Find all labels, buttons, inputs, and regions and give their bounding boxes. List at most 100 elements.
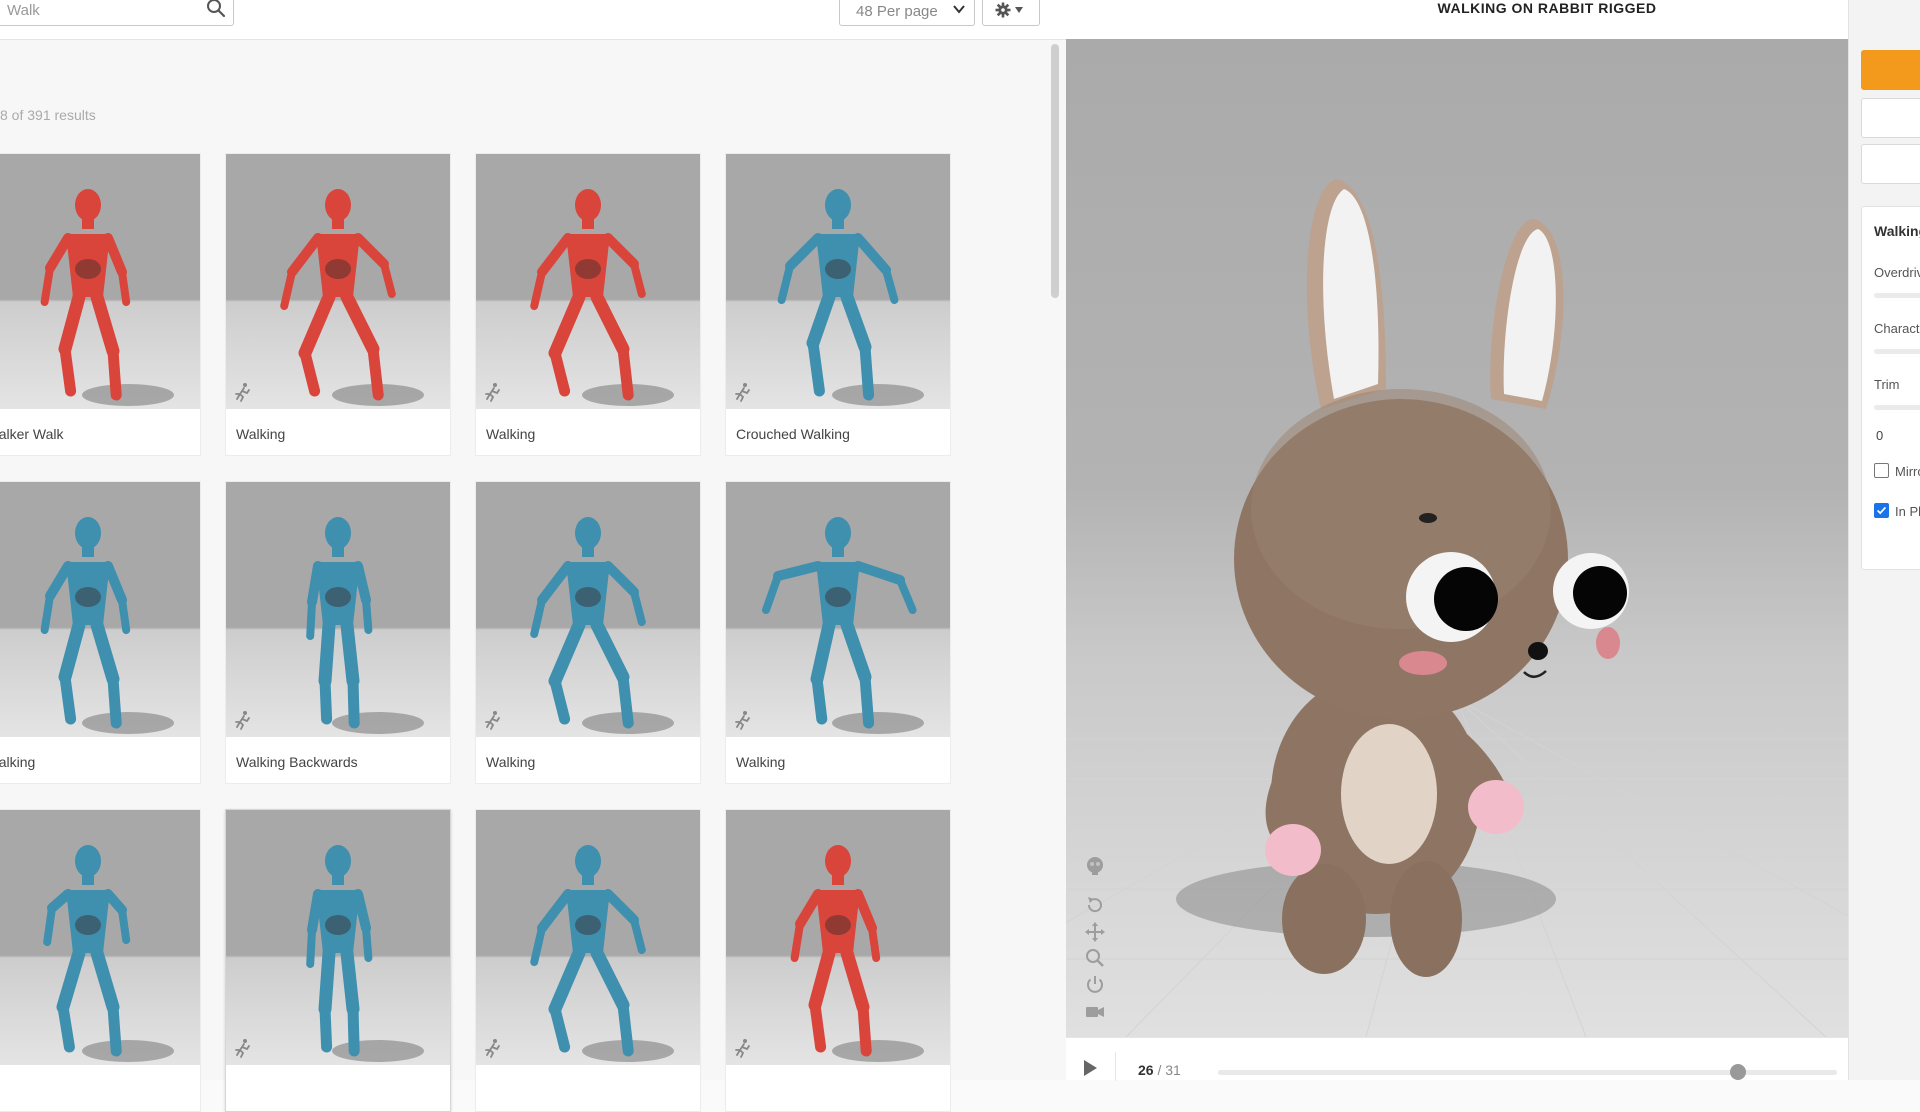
animation-card[interactable]: Crouched Walking <box>725 153 951 456</box>
character-figure <box>530 845 674 1062</box>
animation-card[interactable] <box>475 809 701 1112</box>
per-page-select[interactable]: 48 Per page <box>839 0 975 26</box>
animation-thumbnail <box>476 482 700 737</box>
trim-value: 0 <box>1876 428 1884 443</box>
reset-view-icon[interactable] <box>1084 894 1106 916</box>
frame-total: 31 <box>1165 1062 1181 1078</box>
animation-card-label: Crouched Walking <box>736 426 850 442</box>
arm-space-slider[interactable] <box>1874 349 1920 354</box>
animation-card[interactable] <box>225 809 451 1112</box>
character-figure <box>280 189 424 406</box>
running-man-icon <box>0 710 3 730</box>
playback-controls: 26 / 31 <box>1066 1037 1848 1081</box>
viewer-header: WALKING ON RABBIT RIGGED <box>1066 0 1848 39</box>
animation-thumbnail <box>226 482 450 737</box>
frame-readout: 26 / 31 <box>1138 1062 1181 1078</box>
animation-card[interactable]: Walking <box>475 153 701 456</box>
character-figure <box>530 189 674 406</box>
controls-divider <box>1115 1052 1116 1081</box>
running-man-icon <box>0 382 3 402</box>
play-icon[interactable] <box>1082 1059 1098 1077</box>
download-button[interactable] <box>1861 50 1920 90</box>
running-man-icon <box>735 383 750 402</box>
check-icon <box>1876 506 1887 515</box>
running-man-icon <box>485 1039 500 1058</box>
caret-down-icon <box>1015 7 1023 13</box>
animation-card[interactable]: Walking <box>475 481 701 784</box>
timeline-slider[interactable] <box>1218 1064 1837 1080</box>
character-figure <box>530 517 674 734</box>
browse-toolbar: 48 Per page <box>0 0 1066 40</box>
trim-slider[interactable] <box>1874 405 1920 410</box>
character-figure <box>306 845 424 1062</box>
animation-card-label: Walking <box>486 754 536 770</box>
skeleton-icon[interactable] <box>1084 855 1106 877</box>
animation-card-label: Walking <box>0 754 36 770</box>
scrollbar-thumb[interactable] <box>1051 44 1059 298</box>
running-man-icon <box>235 1039 250 1058</box>
frame-current: 26 <box>1138 1062 1154 1078</box>
animation-card[interactable] <box>0 809 201 1112</box>
character-figure <box>790 845 924 1062</box>
animation-card[interactable]: Walking <box>725 481 951 784</box>
character-figure <box>777 189 924 406</box>
move-icon[interactable] <box>1084 921 1106 943</box>
timeline-handle[interactable] <box>1729 1064 1746 1080</box>
zoom-icon[interactable] <box>1084 947 1106 969</box>
settings-title: Walking <box>1874 223 1920 239</box>
gear-icon <box>995 2 1011 18</box>
search-input[interactable] <box>7 0 197 21</box>
power-icon[interactable] <box>1084 973 1106 995</box>
animation-settings-card: Walking Overdrive Character Arm-Space Tr… <box>1861 206 1920 570</box>
animation-card[interactable]: Walking <box>225 153 451 456</box>
view-settings-button[interactable] <box>982 0 1040 26</box>
search-icon[interactable] <box>206 0 226 18</box>
animation-thumbnail <box>226 154 450 409</box>
camera-icon[interactable] <box>1084 1001 1106 1023</box>
browse-panel: 48 Per page 8 of 391 results Walker Walk… <box>0 0 1066 1112</box>
in-place-label: In Place <box>1895 504 1920 519</box>
animation-card-label: Walking <box>236 426 286 442</box>
character-figure <box>40 189 174 406</box>
overdrive-slider[interactable] <box>1874 293 1920 298</box>
mirror-checkbox[interactable] <box>1874 463 1889 478</box>
param-label-character-arm-space: Character Arm-Space <box>1874 321 1920 336</box>
secondary-button[interactable] <box>1861 98 1920 138</box>
chevron-down-icon <box>953 5 965 14</box>
animation-thumbnail <box>726 482 950 737</box>
animation-thumbnail <box>726 810 950 1065</box>
animation-card-label: Walking Backwards <box>236 754 358 770</box>
tertiary-button[interactable] <box>1861 144 1920 184</box>
character-figure <box>40 517 174 734</box>
in-place-checkbox[interactable] <box>1874 503 1889 518</box>
character-figure <box>43 845 174 1062</box>
animation-thumbnail <box>476 810 700 1065</box>
animation-card-label: Walker Walk <box>0 426 64 442</box>
mirror-label: Mirror <box>1895 464 1920 479</box>
animation-card[interactable]: Walking <box>0 481 201 784</box>
running-man-icon <box>0 1038 3 1058</box>
running-man-icon <box>235 711 250 730</box>
animation-thumbnail <box>476 154 700 409</box>
animation-thumbnail <box>726 154 950 409</box>
animation-thumbnail <box>0 810 200 1065</box>
rabbit-character <box>1066 179 1848 1037</box>
search-box[interactable] <box>0 0 234 26</box>
param-label-trim: Trim <box>1874 377 1900 392</box>
running-man-icon <box>735 711 750 730</box>
animation-card[interactable]: Walker Walk <box>0 153 201 456</box>
animation-card-label: Walking <box>486 426 536 442</box>
animation-thumbnail <box>226 810 450 1065</box>
character-figure <box>306 517 424 734</box>
character-figure <box>762 517 924 734</box>
running-man-icon <box>235 383 250 402</box>
animation-card-label: Walking <box>736 754 786 770</box>
animation-card[interactable]: Walking Backwards <box>225 481 451 784</box>
running-man-icon <box>485 711 500 730</box>
per-page-value: 48 Per page <box>856 3 938 20</box>
3d-viewer[interactable] <box>1066 39 1848 1037</box>
animation-thumbnail <box>0 482 200 737</box>
animation-card[interactable] <box>725 809 951 1112</box>
running-man-icon <box>485 383 500 402</box>
viewer-title: WALKING ON RABBIT RIGGED <box>1437 0 1657 16</box>
